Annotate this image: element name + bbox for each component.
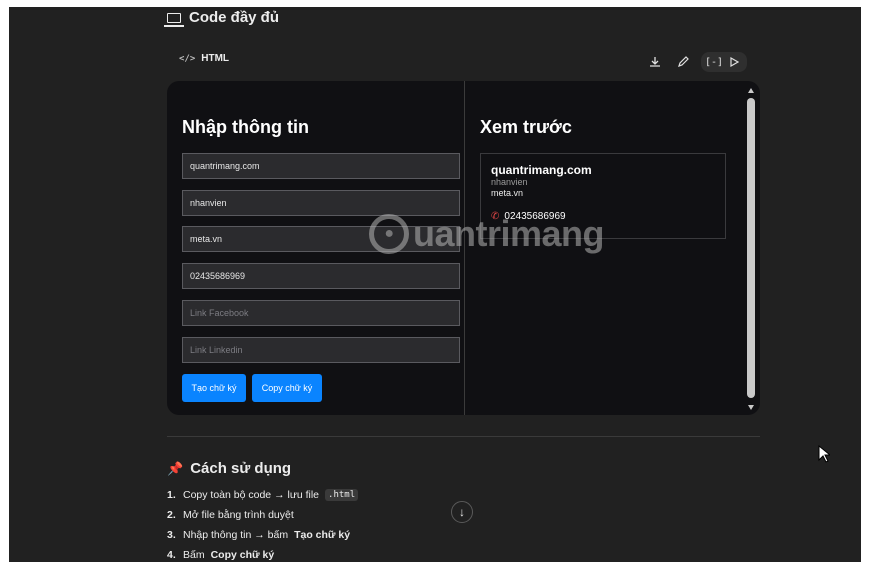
section-title: Code đầy đủ <box>164 9 280 27</box>
code-toolbar: [-] <box>645 52 747 72</box>
watermark-text: uantrimang <box>413 213 605 254</box>
create-signature-button[interactable]: Tạo chữ ký <box>182 374 246 402</box>
list-item: 3. Nhập thông tin → bấm Tạo chữ ký <box>167 525 358 545</box>
play-icon[interactable] <box>724 52 744 72</box>
step-text: Mở file bằng trình duyệt <box>183 509 294 521</box>
usage-title: 📌 Cách sử dụng <box>167 460 291 477</box>
scroll-up-arrow-icon[interactable] <box>748 88 754 93</box>
list-item: 2. Mở file bằng trình duyệt <box>167 505 358 525</box>
step-number: 1. <box>167 489 176 501</box>
linkedin-field[interactable]: Link Linkedin <box>182 337 460 363</box>
pushpin-icon: 📌 <box>167 460 184 476</box>
card-title: nhanvien <box>491 177 528 187</box>
facebook-field[interactable]: Link Facebook <box>182 300 460 326</box>
list-item: 4. Bấm Copy chữ ký <box>167 545 358 562</box>
watermark-logo: ● uantrimang <box>369 213 605 255</box>
preview-scrollbar[interactable] <box>745 87 757 413</box>
view-toggle: [-] <box>701 52 747 72</box>
step-text: Bấm <box>183 549 205 561</box>
step-number: 3. <box>167 529 176 541</box>
card-company: meta.vn <box>491 188 524 198</box>
scroll-thumb[interactable] <box>747 98 755 398</box>
code-tag-icon: </> <box>179 53 196 64</box>
mouse-cursor-icon <box>818 444 832 468</box>
usage-title-text: Cách sử dụng <box>190 460 292 477</box>
form-heading: Nhập thông tin <box>182 117 309 137</box>
scroll-to-bottom-button[interactable]: ↓ <box>451 501 473 523</box>
usage-steps: 1. Copy toàn bộ code → lưu file .html 2.… <box>167 485 359 562</box>
laptop-icon <box>164 12 184 27</box>
step-bold-text: Tạo chữ ký <box>294 529 351 541</box>
arrow-down-icon: ↓ <box>459 505 465 519</box>
step-text: Nhập thông tin → bấm <box>183 529 289 541</box>
code-block-header: </> HTML <box>179 53 229 64</box>
list-item: 1. Copy toàn bộ code → lưu file .html <box>167 485 359 505</box>
scroll-down-arrow-icon[interactable] <box>748 405 754 410</box>
step-bold-text: Copy chữ ký <box>210 549 275 561</box>
step-number: 2. <box>167 509 176 521</box>
card-name: quantrimang.com <box>491 163 592 177</box>
chat-page: Code đầy đủ </> HTML [-] Nhập thông tin … <box>9 7 861 562</box>
inline-code: .html <box>325 489 359 501</box>
step-number: 4. <box>167 549 176 561</box>
language-label: HTML <box>201 53 230 64</box>
pencil-icon[interactable] <box>673 52 693 72</box>
copy-signature-button[interactable]: Copy chữ ký <box>252 374 322 402</box>
preview-heading: Xem trước <box>480 117 572 137</box>
code-view-button[interactable]: [-] <box>704 52 724 72</box>
download-icon[interactable] <box>645 52 665 72</box>
lightbulb-icon: ● <box>369 214 409 254</box>
divider <box>167 436 760 437</box>
phone-field[interactable]: 02435686969 <box>182 263 460 289</box>
step-text: Copy toàn bộ code → lưu file <box>183 489 320 501</box>
section-title-text: Code đầy đủ <box>189 9 280 26</box>
name-field[interactable]: quantrimang.com <box>182 153 460 179</box>
